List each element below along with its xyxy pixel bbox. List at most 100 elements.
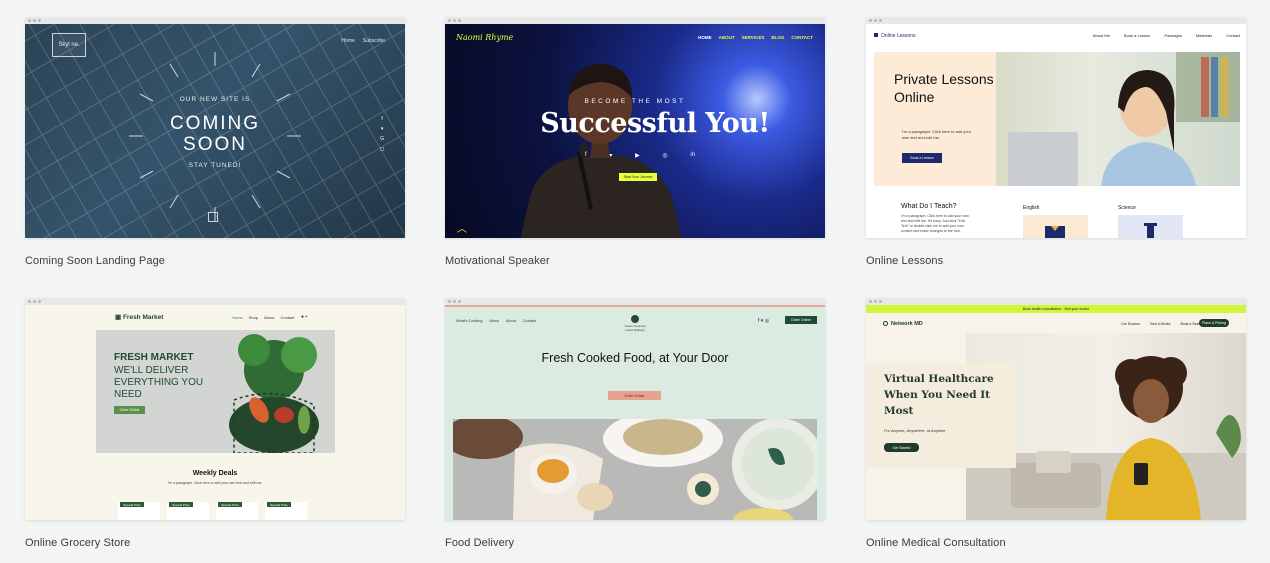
nav-item: Our Doctors [1121, 322, 1140, 326]
instagram-icon: ◎ [764, 318, 770, 324]
subject-card-english [1023, 215, 1088, 238]
section-text: I'm a paragraph. Click here to add your … [901, 214, 969, 233]
browser-chrome [866, 17, 1246, 24]
template-caption[interactable]: Online Lessons [866, 255, 943, 267]
site-logo: Green Gourmet Lunch Delivery [623, 315, 647, 332]
nav-item: Materials [1195, 33, 1213, 38]
site-brand: Naomi Rhyme [456, 33, 514, 42]
hero-title: FRESH MARKET [114, 352, 194, 363]
hero-headline: Successful You! [540, 108, 770, 139]
account-cart-icons: ● ▪ [301, 314, 307, 320]
template-preview[interactable]: Skyl ne. Home Subscribe OUR NEW SITE IS … [25, 17, 405, 238]
browser-chrome [25, 17, 405, 24]
hero-photo [996, 52, 1240, 186]
site-nav: HOME ABOUT SERVICES BLOG CONTACT [691, 35, 813, 40]
template-card-online-medical-consultation[interactable]: Book health consultation - Visit your do… [866, 298, 1246, 549]
speaker-photo [520, 64, 682, 238]
hero-banner: FRESH MARKET WE'LL DELIVER EVERYTHING YO… [96, 330, 335, 453]
headline-line-1: COMING [169, 113, 261, 134]
nav-item: ABOUT [718, 35, 735, 40]
template-caption[interactable]: Food Delivery [445, 537, 514, 549]
nav-item: HOME [698, 35, 712, 40]
cart-icon: ▪ [305, 314, 308, 320]
subject-card-science [1118, 215, 1183, 238]
subject-label: English [1023, 205, 1040, 211]
scroll-down-icon [208, 212, 218, 222]
google-plus-icon: G [380, 136, 385, 142]
nav-item: Packages [1164, 33, 1182, 38]
browser-chrome [25, 298, 405, 305]
template-preview[interactable]: What's Cooking Menu About Contact Green Gou… [445, 298, 825, 520]
nav-item: Contact [1226, 33, 1240, 38]
template-card-online-grocery-store[interactable]: ▣ Fresh Market Home Shop About Contact ● ▪ … [25, 298, 405, 549]
hero-subtitle: WE'LL DELIVER EVERYTHING YOU NEED [114, 365, 204, 400]
nav-item: Book a Lesson [1123, 33, 1151, 38]
social-bar: f ▾ G ◻ [380, 114, 384, 154]
template-card-food-delivery[interactable]: What's Cooking Menu About Contact Green Gou… [445, 298, 825, 549]
plans-pricing-button: Plans & Pricing [1199, 319, 1229, 327]
product-card: Special Price [216, 502, 258, 520]
pre-headline: OUR NEW SITE IS [179, 96, 251, 103]
hero-subtitle: For Anyone, Anywhere, at Anytime [884, 428, 946, 433]
section-text: I'm a paragraph. Click here to add your … [167, 481, 263, 485]
template-caption[interactable]: Coming Soon Landing Page [25, 255, 165, 267]
template-preview[interactable]: Book health consultation - Visit your do… [866, 298, 1246, 520]
nav-item: About [505, 319, 516, 323]
site-logo: Skyl ne. [52, 33, 86, 57]
youtube-icon: ▶ [635, 153, 640, 159]
browser-chrome [445, 298, 825, 305]
instagram-icon: ◻ [380, 146, 385, 152]
twitter-icon: ▾ [380, 126, 384, 132]
facebook-icon: f [758, 318, 760, 324]
template-preview[interactable]: ▣ Fresh Market Home Shop About Contact ● ▪ … [25, 298, 405, 520]
preview-screenshot: Naomi Rhyme HOME ABOUT SERVICES BLOG CONTACT… [445, 24, 825, 238]
template-preview[interactable]: Naomi Rhyme HOME ABOUT SERVICES BLOG CONTACT… [445, 17, 825, 238]
food-photo [453, 419, 817, 520]
bag-icon: ▣ [115, 314, 123, 321]
hero-button: Order Online [114, 406, 145, 414]
hero-button: Book a Lesson [902, 153, 942, 163]
announcement-banner: Book health consultation - Visit your do… [866, 305, 1246, 313]
site-brand: Network MD [883, 321, 923, 327]
order-online-button: Order Online [785, 316, 817, 324]
template-card-coming-soon[interactable]: Skyl ne. Home Subscribe OUR NEW SITE IS … [25, 17, 405, 267]
site-nav: Home Shop About Contact [232, 315, 300, 320]
template-caption[interactable]: Online Medical Consultation [866, 537, 1006, 549]
browser-chrome [866, 298, 1246, 305]
template-card-motivational-speaker[interactable]: Naomi Rhyme HOME ABOUT SERVICES BLOG CONTACT… [445, 17, 825, 267]
preview-screenshot: What's Cooking Menu About Contact Green Gou… [445, 305, 825, 520]
template-card-online-lessons[interactable]: Online Lessons About Me Book a Lesson Pack… [866, 17, 1246, 267]
hero-text: I'm a paragraph. Click here to add your … [902, 129, 972, 140]
facebook-icon: f [585, 152, 587, 158]
preview-screenshot: ▣ Fresh Market Home Shop About Contact ● ▪ … [25, 305, 405, 520]
user-icon: ● [301, 314, 305, 320]
instagram-icon: ◎ [662, 153, 668, 159]
hero-title: Private Lessons Online [894, 71, 994, 105]
site-nav: About Me Book a Lesson Packages Materials Co… [1079, 33, 1240, 38]
nav-item: Home [341, 38, 355, 44]
headline-line-2: SOON [183, 134, 247, 155]
hero-headline: Virtual Healthcare When You Need It Most [884, 373, 994, 417]
nav-item: Menu [489, 319, 499, 323]
template-caption[interactable]: Online Grocery Store [25, 537, 130, 549]
nav-item: CONTACT [791, 35, 813, 40]
template-caption[interactable]: Motivational Speaker [445, 255, 550, 267]
nav-item: What's Cooking [456, 319, 483, 323]
product-card: Special Price [118, 502, 160, 520]
preview-screenshot: Book health consultation - Visit your do… [866, 305, 1246, 520]
facebook-icon: f [381, 116, 383, 122]
product-card: Special Price [265, 502, 307, 520]
hero-cta-button: Start Your Journey [619, 173, 657, 181]
preview-screenshot: Online Lessons About Me Book a Lesson Pack… [866, 24, 1246, 238]
template-preview[interactable]: Online Lessons About Me Book a Lesson Pack… [866, 17, 1246, 238]
nav-item: Shop [248, 315, 259, 320]
nav-item: Contact [280, 315, 295, 320]
nav-item: Contact [522, 319, 537, 323]
hero-cta-button: Get Started [884, 443, 919, 452]
section-title: What Do I Teach? [901, 203, 957, 210]
social-bar: f ▾ ▶ ◎ in [585, 152, 695, 159]
twitter-icon: ▾ [609, 153, 613, 159]
hero-headline: Fresh Cooked Food, at Your Door [541, 351, 729, 365]
post-headline: STAY TUNED! [188, 162, 242, 169]
leaf-icon [631, 315, 639, 323]
